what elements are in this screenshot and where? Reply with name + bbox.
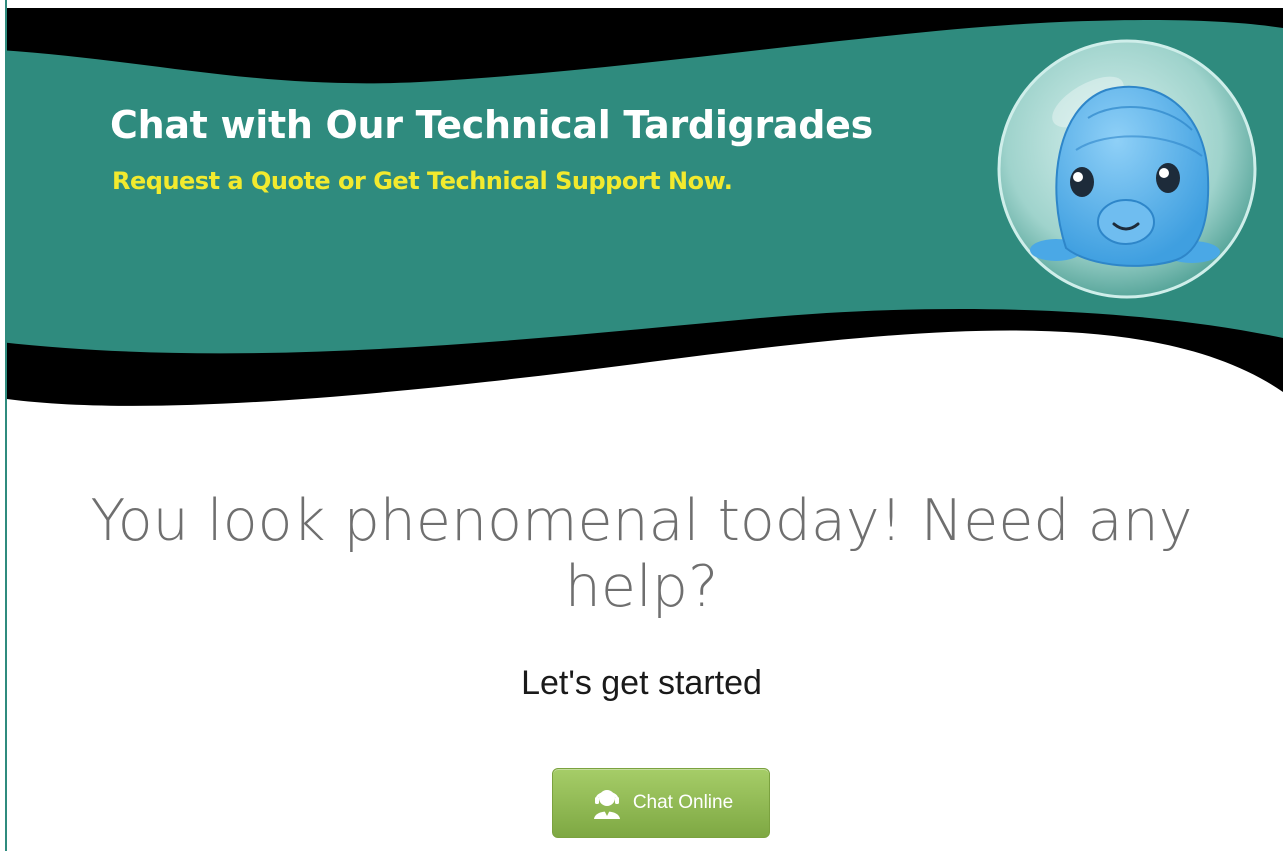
tardigrade-mascot-icon xyxy=(997,39,1257,299)
header-banner: Chat with Our Technical Tardigrades Requ… xyxy=(0,0,1283,420)
chat-online-button[interactable]: Chat Online xyxy=(552,768,770,838)
chat-online-label: Chat Online xyxy=(632,792,734,813)
support-agent-icon xyxy=(593,790,620,819)
page-headline: You look phenomenal today! Need any help… xyxy=(90,488,1193,620)
page-subheading: Let's get started xyxy=(521,664,762,702)
banner-title: Chat with Our Technical Tardigrades xyxy=(110,103,873,147)
left-border xyxy=(0,0,7,851)
chat-landing-page: Chat with Our Technical Tardigrades Requ… xyxy=(0,0,1283,851)
banner-subtitle: Request a Quote or Get Technical Support… xyxy=(112,167,733,195)
